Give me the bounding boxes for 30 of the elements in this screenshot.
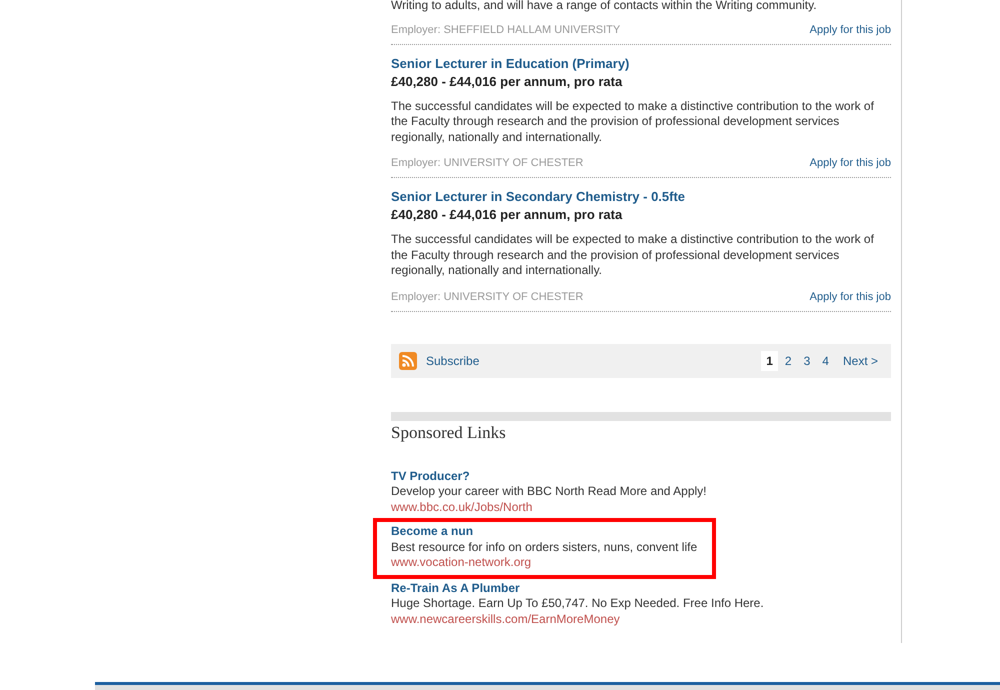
employer-text: Employer: UNIVERSITY OF CHESTER [391, 290, 584, 302]
page-link[interactable]: 2 [780, 350, 797, 370]
ad-url-link[interactable]: www.newcareerskills.com/EarnMoreMoney [391, 612, 891, 627]
page-link[interactable]: 3 [798, 350, 816, 370]
ad-title-link[interactable]: Re-Train As A Plumber [391, 580, 891, 596]
employer-text: Employer: SHEFFIELD HALLAM UNIVERSITY [391, 24, 620, 36]
ad-url-link[interactable]: www.vocation-network.org [391, 555, 712, 570]
apply-link[interactable]: Apply for this job [810, 157, 891, 169]
ad-title-link[interactable]: Become a nun [391, 524, 712, 540]
rss-icon[interactable] [399, 352, 417, 370]
ad-title-link[interactable]: TV Producer? [391, 468, 891, 484]
job-description: The successful candidates will be expected to make a distinctive contribution to the work of the Faculty through research and the provision of professional development services regionally, nationally and internationally. [391, 232, 875, 278]
page-link[interactable]: 4 [817, 350, 834, 370]
job-title-link[interactable]: Senior Lecturer in Secondary Chemistry - 0.5fte [391, 189, 686, 204]
subscribe-link[interactable]: Subscribe [426, 354, 480, 368]
page-link[interactable]: 1 [761, 350, 778, 370]
next-page-link[interactable]: Next > [838, 350, 883, 370]
apply-link[interactable]: Apply for this job [810, 290, 891, 302]
job-description: The successful candidates will be expected to make a distinctive contribution to the work of the Faculty through research and the provision of professional development services regionally, nationally and internationally. [391, 98, 875, 145]
salary-text: £40,280 - £44,016 per annum, pro rata [391, 74, 624, 88]
ad-url-link[interactable]: www.bbc.co.uk/Jobs/North [391, 500, 891, 515]
apply-link[interactable]: Apply for this job [810, 24, 891, 36]
ad-text: Develop your career with BBC North Read More and Apply! [391, 484, 708, 500]
salary-text: £40,280 - £44,016 per annum, pro rata [391, 207, 624, 222]
ad-text: Huge Shortage. Earn Up To £50,747. No Exp Needed. Free Info Here. [391, 596, 765, 612]
section-heading: Sponsored Links [391, 422, 507, 442]
job-title-link[interactable]: Senior Lecturer in Education (Primary) [391, 56, 630, 70]
employer-text: Employer: UNIVERSITY OF CHESTER [391, 157, 584, 169]
ad-text: Best resource for info on orders sisters, nuns, convent life [391, 540, 698, 555]
job-description: Writing to adults, and will have a range of contacts within the Writing community. [391, 0, 818, 14]
